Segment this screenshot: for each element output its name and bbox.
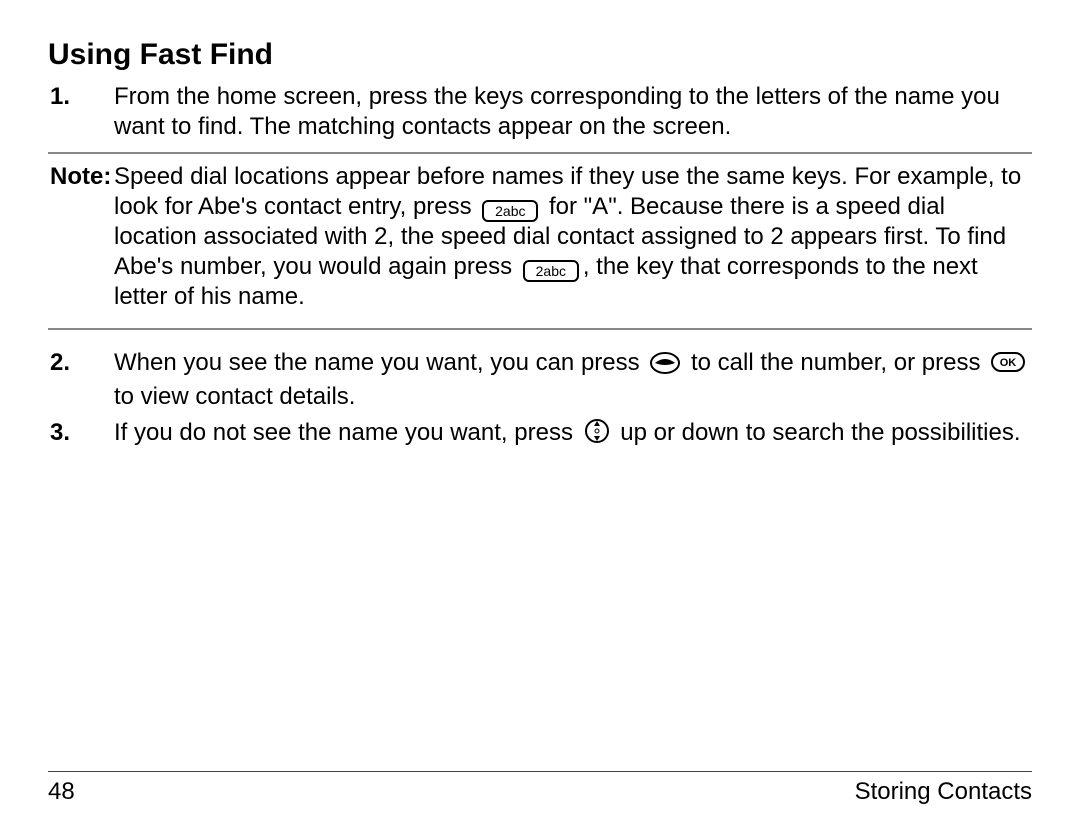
step-text: From the home screen, press the keys cor… — [114, 82, 1032, 142]
ok-key-icon: OK — [991, 350, 1025, 380]
note-text: Speed dial locations appear before names… — [114, 162, 1032, 312]
section-heading: Using Fast Find — [48, 38, 1032, 72]
step2-text-a: When you see the name you want, you can … — [114, 349, 646, 376]
note-row: Note: Speed dial locations appear before… — [48, 162, 1032, 312]
page-number: 48 — [48, 778, 75, 806]
step-1: 1. From the home screen, press the keys … — [48, 82, 1032, 142]
content-body: 1. From the home screen, press the keys … — [48, 82, 1032, 452]
step3-text-a: If you do not see the name you want, pre… — [114, 419, 580, 446]
section-title: Storing Contacts — [855, 778, 1032, 806]
step2-text-b: to call the number, or press — [691, 349, 987, 376]
key-2abc-icon: 2abc — [482, 200, 538, 222]
note-label: Note: — [48, 162, 114, 312]
step-3: 3. If you do not see the name you want, … — [48, 418, 1032, 452]
note-block: Note: Speed dial locations appear before… — [48, 152, 1032, 330]
page-footer: 48 Storing Contacts — [48, 771, 1032, 806]
step3-text-b: up or down to search the possibilities. — [620, 419, 1020, 446]
step-2: 2. When you see the name you want, you c… — [48, 348, 1032, 412]
call-key-icon — [650, 352, 680, 382]
nav-key-icon — [584, 418, 610, 452]
step-text: When you see the name you want, you can … — [114, 348, 1032, 412]
step-number: 2. — [48, 348, 114, 412]
step-number: 3. — [48, 418, 114, 452]
svg-text:OK: OK — [1000, 357, 1017, 369]
key-2abc-icon: 2abc — [523, 260, 579, 282]
step2-text-c: to view contact details. — [114, 383, 355, 410]
step-number: 1. — [48, 82, 114, 142]
step-text: If you do not see the name you want, pre… — [114, 418, 1032, 452]
